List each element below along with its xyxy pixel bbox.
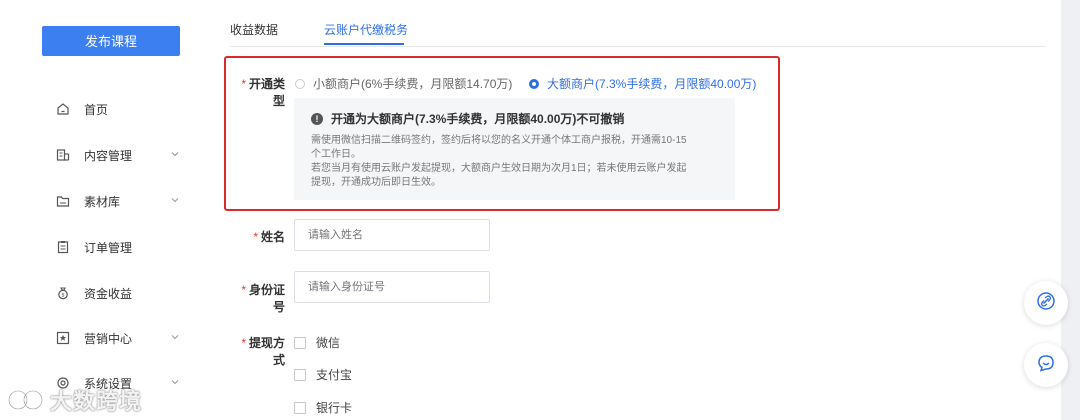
link-icon <box>1036 291 1056 316</box>
checkbox-label: 支付宝 <box>316 368 353 382</box>
clipboard-icon <box>56 240 70 254</box>
chat-icon <box>1036 353 1056 378</box>
notice-box: ! 开通为大额商户(7.3%手续费，月限额40.00万)不可撤销 需使用微信扫描… <box>294 98 735 200</box>
id-number-label: * 身份证号 <box>241 283 285 314</box>
withdraw-method-label: * 提现方式 <box>241 336 285 367</box>
checkbox-label: 微信 <box>316 336 341 350</box>
tab-cloud-account-tax[interactable]: 云账户代缴税务 <box>324 21 408 38</box>
sidebar-item-label: 营销中心 <box>84 331 133 346</box>
sidebar-item-earnings[interactable]: $ 资金收益 <box>56 283 186 303</box>
radio-large-merchant[interactable]: 大额商户(7.3%手续费，月限额40.00万) <box>529 75 756 92</box>
sidebar-item-label: 订单管理 <box>84 240 133 255</box>
chevron-down-icon <box>170 332 180 342</box>
floating-chat-button[interactable] <box>1024 343 1068 387</box>
chevron-down-icon <box>170 377 180 387</box>
sidebar-item-label: 资金收益 <box>84 286 133 301</box>
checkbox[interactable] <box>294 336 306 349</box>
radio-button-selected[interactable] <box>529 78 539 89</box>
checkbox-bank-card[interactable]: 银行卡 <box>294 399 352 416</box>
radio-label: 大额商户(7.3%手续费，月限额40.00万) <box>547 77 757 91</box>
checkbox-label: 银行卡 <box>316 401 353 415</box>
info-icon: ! <box>311 112 323 125</box>
notice-line: 提现，开通成功后即日生效。 <box>311 177 441 188</box>
folder-icon <box>56 194 70 208</box>
sidebar-item-orders[interactable]: 订单管理 <box>56 237 186 257</box>
checkbox[interactable] <box>294 368 306 381</box>
home-icon <box>56 102 70 116</box>
sidebar-item-home[interactable]: 首页 <box>56 99 186 119</box>
chevron-down-icon <box>170 195 180 205</box>
account-type-label: * 开通类型 <box>241 77 285 108</box>
money-bag-icon: $ <box>56 286 70 300</box>
id-number-input[interactable] <box>294 271 490 303</box>
sidebar-item-label: 内容管理 <box>84 148 133 163</box>
notice-line: 需使用微信扫描二维码签约，签约后将以您的名义开通个体工商户报税，开通需10-15 <box>311 135 687 146</box>
content-icon <box>56 148 70 162</box>
sidebar-item-label: 素材库 <box>84 194 121 209</box>
required-asterisk: * <box>241 77 246 91</box>
tab-earnings-data[interactable]: 收益数据 <box>230 21 278 38</box>
watermark: 大数跨境 <box>6 384 142 416</box>
active-tab-indicator <box>324 43 404 45</box>
sidebar-item-marketing[interactable]: 营销中心 <box>56 328 186 348</box>
main-panel: 收益数据 云账户代缴税务 * 开通类型 小额商户(6%手续费，月限额14.70万)… <box>213 0 1061 420</box>
required-asterisk: * <box>241 336 246 350</box>
sidebar-item-materials[interactable]: 素材库 <box>56 191 186 211</box>
name-input[interactable] <box>294 219 490 251</box>
tab-bar: 收益数据 云账户代缴税务 <box>230 0 1045 47</box>
radio-label: 小额商户(6%手续费，月限额14.70万) <box>313 77 513 91</box>
name-label: * 姓名 <box>253 230 285 244</box>
chevron-down-icon <box>170 149 180 159</box>
radio-small-merchant[interactable]: 小额商户(6%手续费，月限额14.70万) <box>295 75 512 92</box>
notice-line: 个工作日。 <box>311 149 361 160</box>
svg-text:$: $ <box>61 293 65 299</box>
checkbox[interactable] <box>294 401 306 414</box>
notice-line: 若您当月有使用云账户发起提现，大额商户生效日期为次月1日；若未使用云账户发起 <box>311 163 687 174</box>
sidebar: 发布课程 首页 内容管理 素材库 订单管理 $ 资金收益 营销中心 系统设置 <box>0 0 213 420</box>
checkbox-alipay[interactable]: 支付宝 <box>294 366 352 383</box>
sidebar-item-label: 首页 <box>84 102 109 117</box>
publish-course-button[interactable]: 发布课程 <box>42 26 180 56</box>
required-asterisk: * <box>253 230 258 244</box>
sidebar-item-content[interactable]: 内容管理 <box>56 145 186 165</box>
checkbox-wechat[interactable]: 微信 <box>294 334 340 351</box>
required-asterisk: * <box>241 283 246 297</box>
floating-link-button[interactable] <box>1024 281 1068 325</box>
radio-button[interactable] <box>295 78 305 89</box>
watermark-logo-icon <box>6 386 46 414</box>
notice-title: ! 开通为大额商户(7.3%手续费，月限额40.00万)不可撤销 <box>311 110 624 127</box>
star-icon <box>56 331 70 345</box>
